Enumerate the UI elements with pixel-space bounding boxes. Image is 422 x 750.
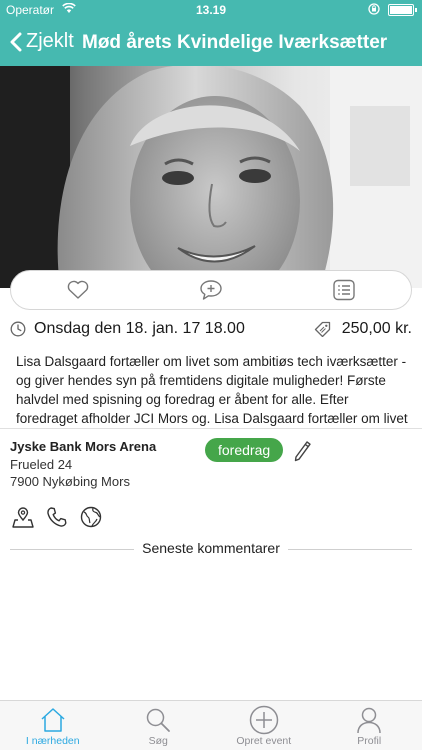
list-icon: [333, 279, 356, 301]
back-label: Zjeklt: [26, 30, 74, 52]
like-button[interactable]: [58, 275, 98, 305]
tab-bar: I nærheden Søg Opret event Profil: [0, 700, 422, 750]
tab-create-event-label: Opret event: [236, 735, 292, 747]
battery-icon: [388, 4, 417, 16]
event-price: 250,00 kr.: [314, 320, 412, 338]
home-icon: [41, 708, 65, 732]
orientation-lock-icon: [368, 3, 380, 18]
battery-fill: [390, 6, 412, 14]
event-date-text: Onsdag den 18. jan. 17 18.00: [34, 320, 245, 337]
plus-circle-icon: [249, 705, 278, 735]
venue-address: Jyske Bank Mors Arena Frueled 24 7900 Ny…: [10, 438, 230, 490]
tab-nearby[interactable]: I nærheden: [0, 701, 106, 750]
add-comment-button[interactable]: [191, 275, 231, 305]
comments-section-header: Seneste kommentarer: [10, 540, 412, 558]
tab-create-event[interactable]: Opret event: [211, 701, 317, 750]
pencil-icon: [294, 441, 311, 462]
price-tag-icon: [314, 321, 330, 337]
status-bar: Operatør 13.19: [0, 0, 422, 20]
event-action-bar: [10, 270, 412, 310]
event-info-row: Onsdag den 18. jan. 17 18.00 250,00 kr.: [10, 318, 412, 340]
heart-icon: [67, 280, 88, 299]
navigation-bar: Zjeklt Mød årets Kvindelige Iværksætter: [0, 20, 422, 66]
event-description: Lisa Dalsgaard fortæller om livet som am…: [16, 354, 408, 426]
category-tag[interactable]: foredrag: [205, 438, 284, 462]
tab-nearby-label: I nærheden: [25, 735, 80, 747]
event-date: Onsdag den 18. jan. 17 18.00: [10, 320, 245, 338]
venue-street: Frueled 24: [10, 457, 73, 472]
tab-search[interactable]: Søg: [106, 701, 212, 750]
tab-search-label: Søg: [148, 735, 168, 747]
clock: 13.19: [195, 3, 227, 17]
details-list-button[interactable]: [324, 275, 364, 305]
comments-header-label: Seneste kommentarer: [134, 540, 288, 556]
comment-add-icon: [200, 280, 222, 300]
event-price-text: 250,00 kr.: [341, 320, 412, 337]
event-hero-image: [0, 66, 422, 288]
venue-contact-icons: [12, 505, 102, 529]
website-button[interactable]: [80, 505, 102, 529]
phone-icon: [47, 507, 67, 527]
tab-profile-label: Profil: [357, 735, 382, 747]
search-icon: [147, 708, 171, 732]
call-button[interactable]: [46, 505, 68, 529]
venue-city: 7900 Nykøbing Mors: [10, 474, 130, 489]
venue-name: Jyske Bank Mors Arena: [10, 439, 157, 454]
tab-profile[interactable]: Profil: [317, 701, 422, 750]
clock-icon: [10, 321, 26, 337]
chevron-left-icon: [10, 32, 22, 51]
divider: [0, 428, 422, 429]
edit-button[interactable]: [292, 438, 312, 467]
map-pin-icon: [12, 507, 34, 528]
globe-icon: [80, 506, 102, 528]
back-button[interactable]: Zjeklt: [10, 30, 74, 53]
portrait-photo: [0, 66, 422, 288]
profile-icon: [357, 707, 381, 734]
page-title: Mød årets Kvindelige Iværksætter: [82, 32, 388, 53]
map-button[interactable]: [12, 505, 34, 529]
